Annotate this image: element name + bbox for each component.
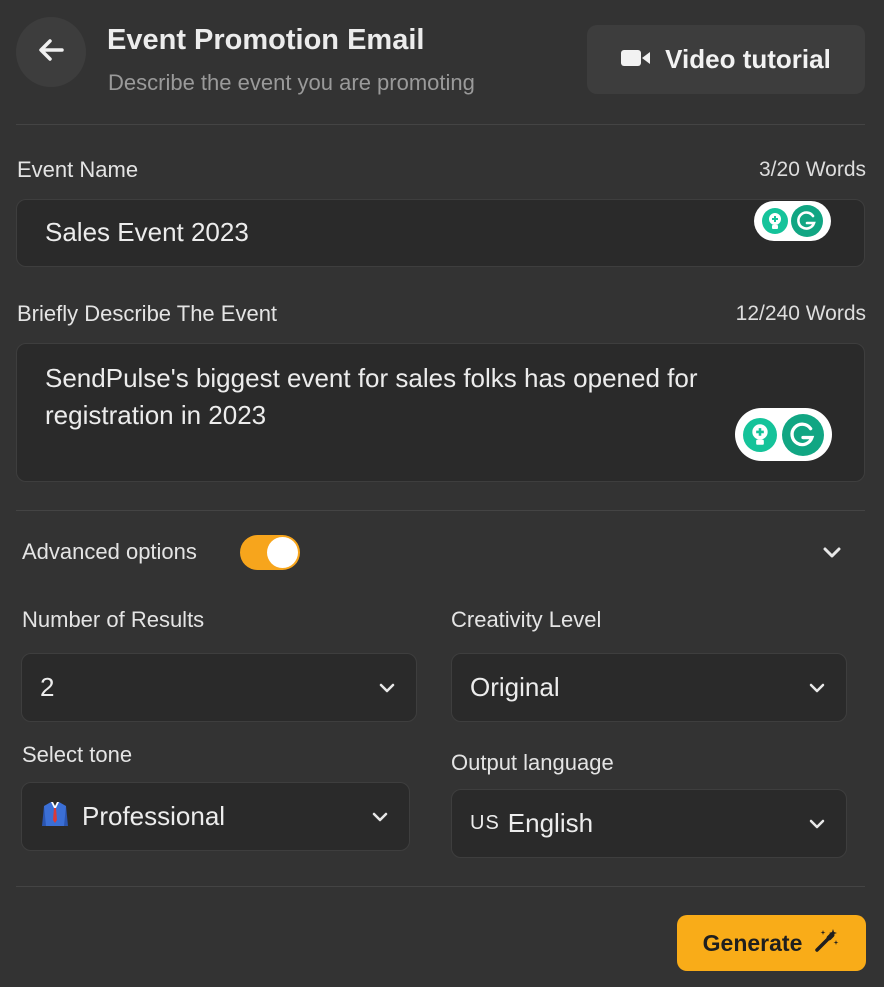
grammarly-icon[interactable] — [781, 413, 824, 456]
event-name-value: Sales Event 2023 — [45, 217, 249, 247]
description-word-count: 12/240 Words — [735, 302, 866, 325]
select-tone-select[interactable]: Professional — [21, 782, 410, 851]
grammarly-widget-large[interactable] — [735, 408, 832, 461]
chevron-down-icon — [806, 677, 828, 699]
description-textarea[interactable]: SendPulse's biggest event for sales folk… — [16, 343, 865, 482]
advanced-options-toggle[interactable] — [240, 535, 300, 570]
number-of-results-label: Number of Results — [22, 607, 205, 632]
suit-icon — [40, 798, 70, 835]
advanced-options-label: Advanced options — [22, 539, 197, 564]
description-label: Briefly Describe The Event — [17, 301, 278, 326]
output-language-select[interactable]: US English — [451, 789, 847, 858]
video-camera-icon — [621, 44, 651, 75]
toggle-knob — [267, 537, 298, 568]
lightbulb-icon[interactable] — [761, 208, 788, 234]
output-language-value: English — [507, 808, 594, 838]
page-subtitle: Describe the event you are promoting — [108, 70, 475, 95]
chevron-down-icon — [806, 813, 828, 835]
chevron-down-icon[interactable] — [821, 542, 843, 564]
back-button[interactable] — [16, 17, 86, 87]
us-flag-icon: US — [470, 812, 500, 834]
number-of-results-value: 2 — [40, 672, 55, 702]
section-divider — [16, 510, 865, 511]
chevron-down-icon — [376, 677, 398, 699]
number-of-results-select[interactable]: 2 — [21, 653, 417, 722]
select-tone-label: Select tone — [22, 742, 133, 767]
lightbulb-icon[interactable] — [743, 417, 778, 452]
grammarly-icon[interactable] — [791, 205, 824, 237]
creativity-level-select[interactable]: Original — [451, 653, 847, 722]
chevron-down-icon — [369, 806, 391, 828]
generate-label: Generate — [702, 929, 803, 956]
magic-wand-icon — [814, 927, 840, 959]
header-divider — [16, 124, 865, 125]
video-tutorial-button[interactable]: Video tutorial — [587, 25, 865, 94]
creativity-level-label: Creativity Level — [451, 607, 602, 632]
footer-divider — [16, 886, 865, 887]
generate-button[interactable]: Generate — [677, 915, 866, 971]
event-name-word-count: 3/20 Words — [759, 158, 866, 181]
output-language-label: Output language — [451, 750, 614, 775]
page-title: Event Promotion Email — [107, 24, 425, 56]
select-tone-value: Professional — [82, 801, 226, 831]
event-name-input[interactable]: Sales Event 2023 — [16, 199, 865, 267]
arrow-left-icon — [38, 38, 64, 67]
event-name-label: Event Name — [17, 157, 139, 182]
grammarly-widget[interactable] — [754, 201, 831, 241]
creativity-level-value: Original — [470, 672, 560, 702]
video-tutorial-label: Video tutorial — [665, 44, 831, 74]
description-value: SendPulse's biggest event for sales folk… — [45, 363, 698, 430]
